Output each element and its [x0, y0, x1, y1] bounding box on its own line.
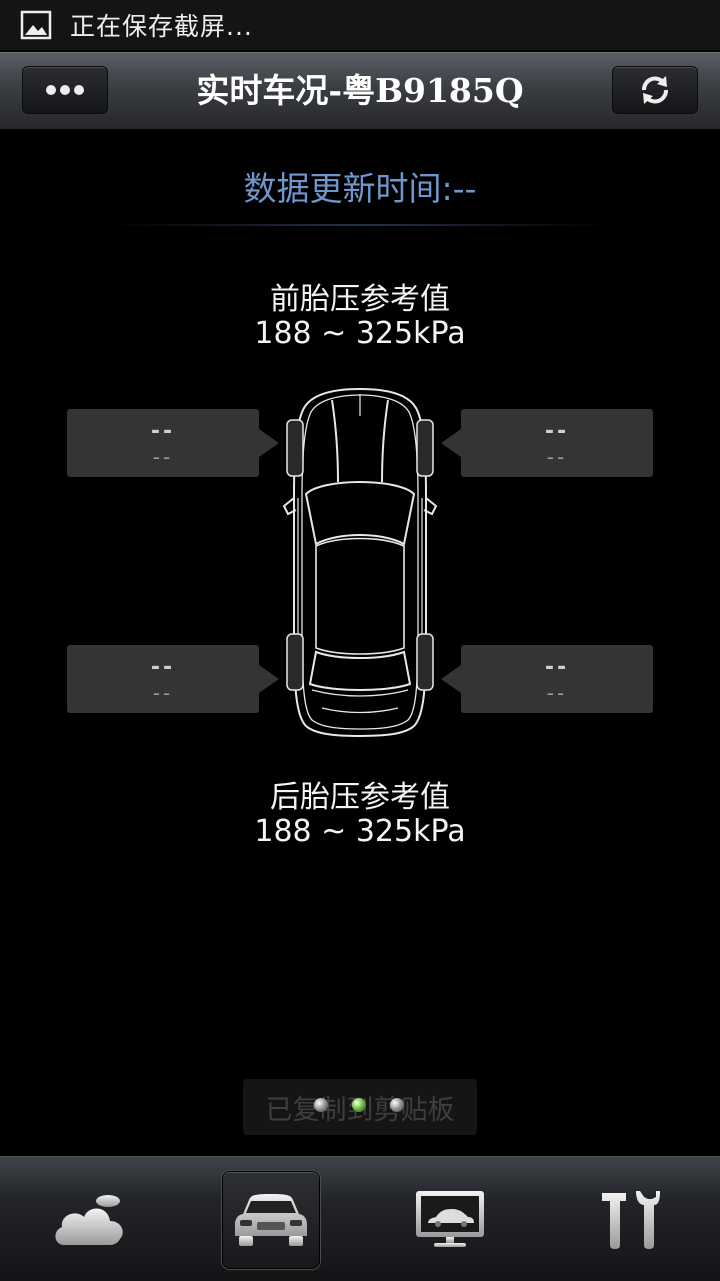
pointer-arrow — [441, 429, 461, 457]
tire-pressure: -- — [150, 655, 176, 680]
status-text: 正在保存截屏... — [70, 12, 253, 41]
tire-temperature: -- — [152, 681, 174, 705]
tire-pressure: -- — [150, 419, 176, 444]
rear-reference-label: 后胎压参考值 — [270, 780, 450, 815]
menu-button[interactable] — [22, 66, 108, 114]
cloud-icon — [55, 1195, 123, 1245]
tire-front-left[interactable]: -- -- — [67, 409, 279, 477]
monitor-car-icon — [416, 1191, 484, 1247]
rear-reference-value: 188 ~ 325kPa — [254, 814, 466, 849]
pointer-arrow — [441, 665, 461, 693]
title-bar: 实时车况-粤B9185Q — [0, 52, 720, 129]
car-top-view-icon — [282, 387, 438, 738]
refresh-button[interactable] — [612, 66, 698, 114]
more-icon — [46, 85, 84, 95]
pointer-arrow — [259, 665, 279, 693]
nav-tools[interactable] — [582, 1171, 678, 1267]
divider — [110, 224, 610, 226]
tire-rear-right[interactable]: -- -- — [441, 645, 653, 713]
car-icon — [235, 1194, 307, 1246]
page-dot — [314, 1098, 328, 1112]
tire-temperature: -- — [152, 445, 174, 469]
update-time-label: 数据更新时间:-- — [243, 169, 477, 208]
page-indicator — [314, 1098, 406, 1114]
page-dot — [352, 1098, 366, 1112]
image-icon — [20, 10, 52, 40]
nav-monitor[interactable] — [402, 1171, 498, 1267]
refresh-icon — [642, 76, 668, 104]
front-reference-value: 188 ~ 325kPa — [254, 316, 466, 351]
tire-pressure: -- — [544, 655, 570, 680]
tire-rear-left[interactable]: -- -- — [67, 645, 279, 713]
tire-temperature: -- — [546, 681, 568, 705]
page-dot — [390, 1098, 404, 1112]
nav-car-status[interactable] — [222, 1171, 320, 1269]
status-bar: 正在保存截屏... — [0, 0, 720, 50]
tire-temperature: -- — [546, 445, 568, 469]
bottom-nav — [0, 1156, 720, 1281]
pointer-arrow — [259, 429, 279, 457]
front-reference-label: 前胎压参考值 — [270, 282, 450, 317]
tire-pressure: -- — [544, 419, 570, 444]
tire-front-right[interactable]: -- -- — [441, 409, 653, 477]
nav-cloud[interactable] — [42, 1171, 138, 1267]
tools-icon — [602, 1191, 660, 1249]
